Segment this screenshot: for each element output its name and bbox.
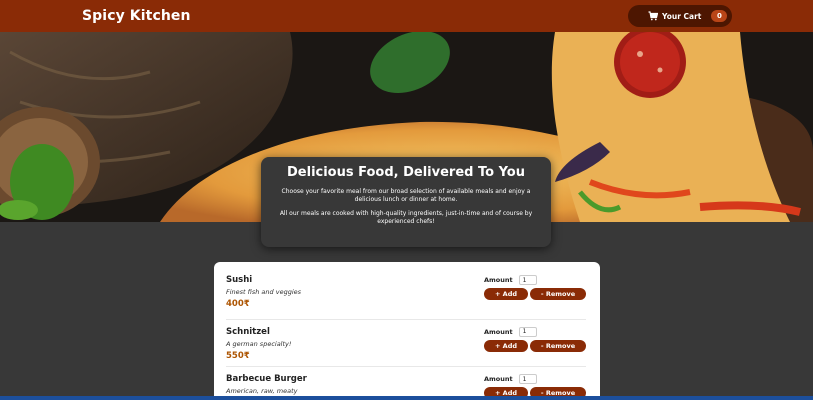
amount-label: Amount xyxy=(484,327,513,336)
app-header: Spicy Kitchen Your Cart 0 xyxy=(0,0,813,32)
cart-icon xyxy=(648,11,659,21)
amount-label: Amount xyxy=(484,375,513,383)
add-button[interactable]: + Add xyxy=(484,339,528,352)
remove-button[interactable]: - Remove xyxy=(530,339,586,352)
amount-input[interactable]: 1 xyxy=(518,374,537,384)
meal-item: Schnitzel A german specialty! 550₹ Amoun… xyxy=(226,320,586,367)
meal-price: 400₹ xyxy=(226,299,250,309)
meal-item: Sushi Finest fish and veggies 400₹ Amoun… xyxy=(226,272,586,320)
amount-input[interactable]: 1 xyxy=(518,326,537,337)
bottom-edge-bar xyxy=(0,396,813,400)
cart-button[interactable]: Your Cart 0 xyxy=(628,5,732,27)
meals-list: Sushi Finest fish and veggies 400₹ Amoun… xyxy=(214,262,600,400)
cart-label: Your Cart xyxy=(662,11,702,21)
amount-input[interactable]: 1 xyxy=(518,275,537,285)
summary-paragraph-2: All our meals are cooked with high-quali… xyxy=(279,210,533,225)
add-button[interactable]: + Add xyxy=(484,288,528,300)
brand-title: Spicy Kitchen xyxy=(82,8,191,24)
summary-paragraph-1: Choose your favorite meal from our broad… xyxy=(281,188,531,203)
cart-count-badge: 0 xyxy=(711,10,728,22)
summary-title: Delicious Food, Delivered To You xyxy=(287,165,525,180)
remove-button[interactable]: - Remove xyxy=(530,288,586,300)
meal-controls: Amount 1 + Add - Remove xyxy=(484,326,586,352)
summary-card: Delicious Food, Delivered To You Choose … xyxy=(261,157,551,247)
meal-price: 550₹ xyxy=(226,350,250,361)
meal-controls: Amount 1 + Add - Remove xyxy=(484,275,586,300)
amount-label: Amount xyxy=(484,276,513,284)
